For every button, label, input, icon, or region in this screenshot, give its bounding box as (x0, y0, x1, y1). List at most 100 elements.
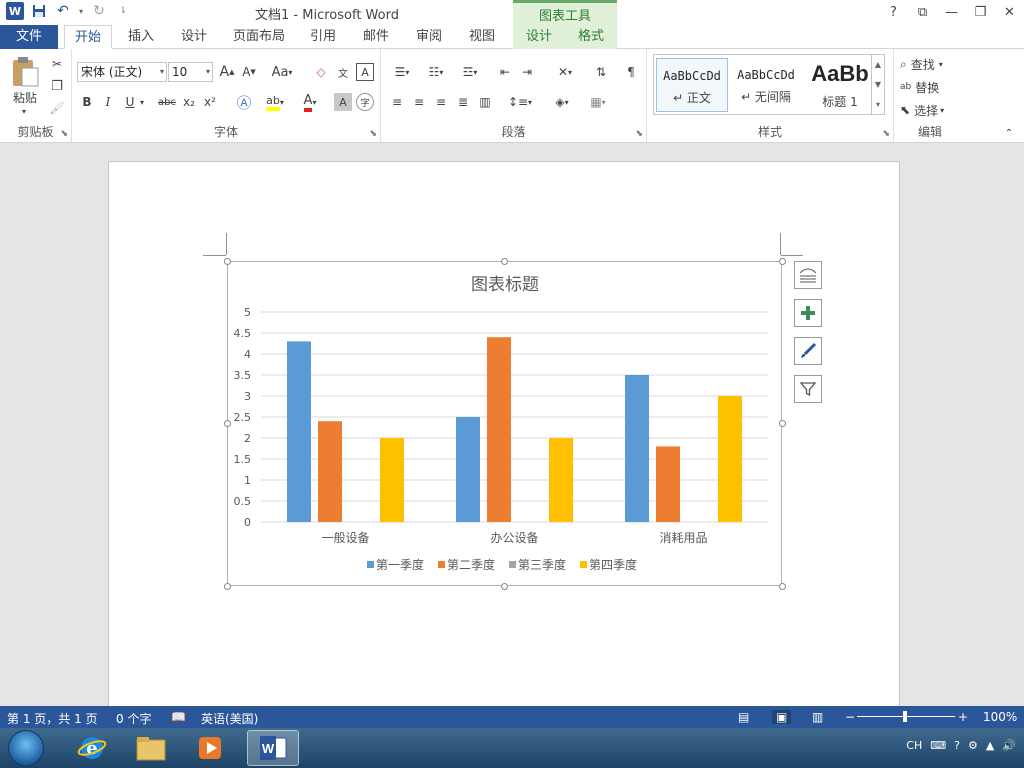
increase-indent-icon[interactable]: ⇥ (517, 63, 537, 81)
start-button[interactable] (8, 730, 44, 766)
tab-insert[interactable]: 插入 (118, 25, 164, 49)
bar[interactable] (456, 417, 480, 522)
subscript-button[interactable]: x₂ (180, 93, 198, 111)
proofing-icon[interactable]: 📖 (171, 710, 186, 724)
resize-handle[interactable] (779, 258, 786, 265)
page-count[interactable]: 第 1 页，共 1 页 (7, 710, 98, 727)
shrink-font-button[interactable]: A ▼ (240, 63, 258, 81)
ribbon-display-button[interactable]: ⧉ (908, 0, 937, 24)
chart-filters-button[interactable] (794, 375, 822, 403)
print-layout-icon[interactable]: ▣ (772, 710, 792, 724)
asian-layout-icon[interactable]: ✕ ▾ (551, 63, 579, 81)
text-effects-icon[interactable]: Ⓐ (232, 93, 256, 112)
language-indicator[interactable]: 英语(美国) (201, 710, 258, 727)
shading-icon[interactable]: ◈ ▾ (547, 93, 577, 111)
tab-review[interactable]: 审阅 (406, 25, 452, 49)
bar[interactable] (718, 396, 742, 522)
close-button[interactable]: ✕ (995, 0, 1024, 24)
tab-page-layout[interactable]: 页面布局 (226, 25, 292, 49)
strikethrough-button[interactable]: abc (156, 93, 178, 111)
copy-icon[interactable]: ❐ (48, 77, 66, 95)
bars[interactable] (287, 337, 742, 522)
font-color-icon[interactable]: A ▾ (297, 93, 323, 112)
resize-handle[interactable] (779, 420, 786, 427)
tab-chart-design[interactable]: 设计 (513, 25, 565, 49)
help-icon[interactable]: ? (954, 739, 960, 752)
decrease-indent-icon[interactable]: ⇤ (495, 63, 515, 81)
collapse-ribbon-icon[interactable]: ⌃ (1002, 127, 1016, 139)
highlight-color-icon[interactable]: ab ▾ (262, 93, 288, 111)
format-painter-icon[interactable]: 🖌 (48, 99, 66, 117)
bar[interactable] (487, 337, 511, 522)
chart-title[interactable]: 图表标题 (471, 275, 539, 295)
style-normal[interactable]: AaBbCcDd ↵ 正文 (656, 58, 728, 112)
underline-dropdown-icon[interactable]: ▾ (138, 93, 146, 111)
resize-handle[interactable] (224, 420, 231, 427)
zoom-slider-thumb[interactable] (903, 711, 907, 722)
align-center-icon[interactable]: ≡ (409, 93, 429, 111)
tab-mailings[interactable]: 邮件 (353, 25, 399, 49)
underline-button[interactable]: U (122, 93, 138, 111)
gallery-scroll[interactable]: ▲ ▼ ▾ (871, 55, 884, 114)
restore-button[interactable]: ❐ (966, 0, 995, 24)
borders-icon[interactable]: ▦ ▾ (583, 93, 613, 111)
ime-settings-icon[interactable]: ⚙ (968, 739, 978, 752)
resize-handle[interactable] (224, 258, 231, 265)
tab-file[interactable]: 文件 (0, 25, 58, 49)
bold-button[interactable]: B (79, 93, 95, 111)
replace-button[interactable]: ab 替换 (900, 78, 962, 96)
resize-handle[interactable] (779, 583, 786, 590)
font-launcher-icon[interactable]: ⬊ (369, 129, 377, 139)
paragraph-launcher-icon[interactable]: ⬊ (635, 129, 643, 139)
line-spacing-icon[interactable]: ↕≡ ▾ (505, 93, 535, 111)
chart[interactable]: 图表标题 00.511.522.533.544.55 一般设备 办公设备 消耗用品 … (228, 262, 781, 585)
font-name-combo[interactable]: 宋体 (正文) ▾ (77, 62, 167, 82)
styles-launcher-icon[interactable]: ⬊ (882, 129, 890, 139)
sort-icon[interactable]: ⇅ (591, 63, 611, 81)
style-heading-1[interactable]: AaBb 标题 1 (804, 58, 876, 112)
distributed-icon[interactable]: ▥ (475, 93, 495, 111)
help-button[interactable]: ? (879, 0, 908, 24)
superscript-button[interactable]: x² (201, 93, 219, 111)
multilevel-list-icon[interactable]: ☲ ▾ (455, 63, 485, 81)
media-player-icon[interactable] (184, 730, 236, 766)
resize-handle[interactable] (501, 258, 508, 265)
input-language[interactable]: CH (906, 739, 922, 752)
select-button[interactable]: ⬉ 选择 ▾ (900, 101, 962, 119)
show-hidden-icons[interactable]: ▲ (986, 739, 994, 752)
keyboard-icon[interactable]: ⌨ (930, 739, 946, 752)
zoom-level[interactable]: 100% (983, 710, 1017, 724)
chart-elements-button[interactable] (794, 299, 822, 327)
zoom-out-button[interactable]: − (845, 710, 855, 724)
paste-icon[interactable] (8, 55, 42, 89)
justify-icon[interactable]: ≣ (453, 93, 473, 111)
clear-formatting-icon[interactable]: ◇ (312, 63, 330, 81)
tab-view[interactable]: 视图 (459, 25, 505, 49)
paste-dropdown-icon[interactable]: ▾ (14, 106, 34, 116)
tab-chart-format[interactable]: 格式 (565, 25, 617, 49)
italic-button[interactable]: I (100, 93, 116, 111)
legend[interactable]: 第一季度 第二季度 第三季度 第四季度 (367, 557, 637, 572)
show-marks-icon[interactable]: ¶ (623, 63, 639, 81)
bar[interactable] (549, 438, 573, 522)
grow-font-button[interactable]: A ▲ (218, 63, 236, 81)
character-border-icon[interactable]: A (356, 63, 374, 81)
align-left-icon[interactable]: ≡ (387, 93, 407, 111)
volume-icon[interactable]: 🔊 (1002, 739, 1016, 752)
character-shading-icon[interactable]: A (334, 93, 352, 111)
font-size-combo[interactable]: 10 ▾ (168, 62, 213, 82)
read-mode-icon[interactable]: ▤ (738, 710, 749, 724)
chart-styles-button[interactable] (794, 337, 822, 365)
minimize-button[interactable]: — (937, 0, 966, 24)
resize-handle[interactable] (224, 583, 231, 590)
bar[interactable] (287, 341, 311, 522)
enclose-characters-icon[interactable]: 字 (356, 93, 374, 111)
bullets-icon[interactable]: ☰ ▾ (387, 63, 417, 81)
word-taskbar-icon[interactable]: W (247, 730, 299, 766)
phonetic-guide-icon[interactable]: 文 (334, 63, 352, 81)
word-count[interactable]: 0 个字 (116, 710, 151, 727)
bar[interactable] (380, 438, 404, 522)
tab-references[interactable]: 引用 (300, 25, 346, 49)
style-no-spacing[interactable]: AaBbCcDd ↵ 无间隔 (730, 58, 802, 112)
gallery-more-icon[interactable]: ▾ (876, 100, 880, 109)
